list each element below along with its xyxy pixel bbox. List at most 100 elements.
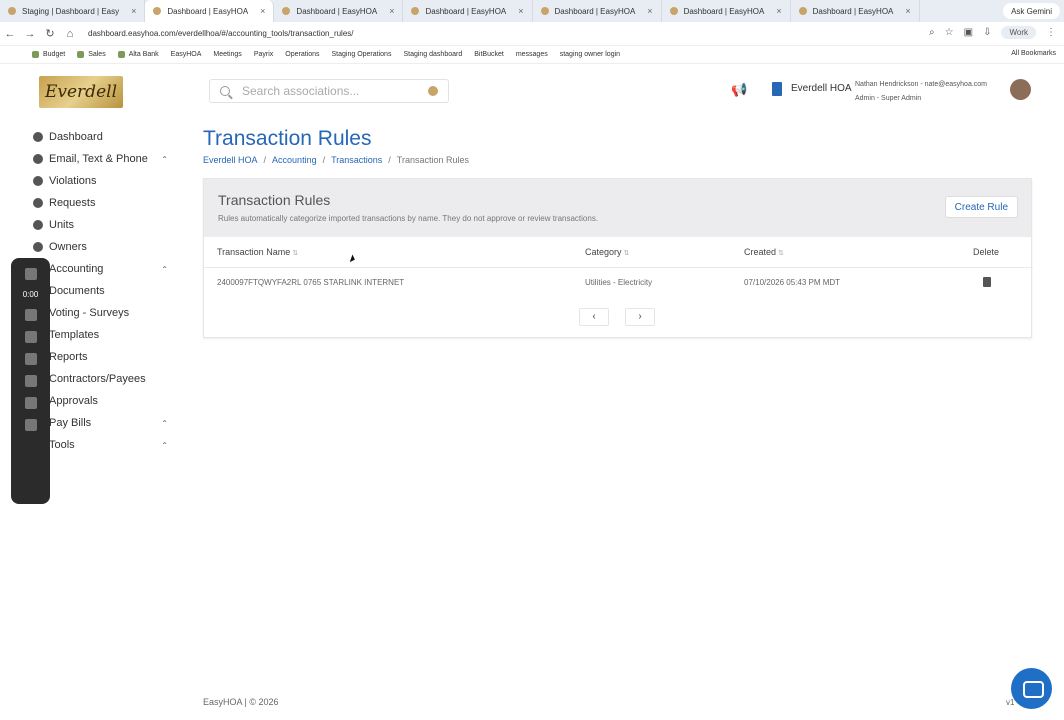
tab-dashboard-active[interactable]: Dashboard | EasyHOA × bbox=[145, 0, 275, 22]
sidebar-item-tools[interactable]: Tools ⌃ bbox=[33, 434, 173, 456]
tab-dashboard[interactable]: Dashboard | EasyHOA × bbox=[791, 0, 920, 22]
back-icon[interactable]: ← bbox=[0, 28, 20, 40]
sidebar-item-documents[interactable]: Documents bbox=[33, 280, 173, 302]
bookmark[interactable]: EasyHOA bbox=[171, 51, 202, 58]
star-icon[interactable]: ☆ bbox=[945, 27, 954, 38]
bookmarks-bar: Budget Sales Alta Bank EasyHOA Meetings … bbox=[0, 46, 1064, 64]
category-cell: Utilities - Electricity bbox=[585, 278, 653, 287]
bookmark[interactable]: BitBucket bbox=[474, 51, 504, 58]
sidebar-item-label: Documents bbox=[49, 285, 105, 297]
sidebar-item-contractors[interactable]: Contractors/Payees bbox=[33, 368, 173, 390]
restart-icon[interactable] bbox=[24, 331, 37, 343]
bookmark[interactable]: Sales bbox=[77, 51, 106, 58]
delete-icon[interactable] bbox=[983, 277, 991, 287]
breadcrumb-accounting[interactable]: Accounting bbox=[272, 155, 317, 165]
ask-gemini-button[interactable]: Ask Gemini bbox=[1003, 3, 1060, 19]
profile-button[interactable]: Work bbox=[1001, 26, 1036, 39]
bookmark[interactable]: Operations bbox=[285, 51, 319, 58]
sort-icon: ⇅ bbox=[623, 250, 630, 257]
tab-staging[interactable]: Staging | Dashboard | Easy × bbox=[0, 0, 146, 22]
column-created[interactable]: Created ⇅ bbox=[744, 247, 784, 257]
breadcrumb-separator: / bbox=[322, 155, 326, 165]
sidebar-item-label: Voting - Surveys bbox=[49, 307, 130, 319]
close-icon[interactable]: × bbox=[389, 6, 394, 16]
download-icon[interactable]: ⇩ bbox=[983, 27, 991, 38]
search-input[interactable]: Search associations... bbox=[209, 79, 449, 103]
close-icon[interactable]: × bbox=[131, 6, 136, 16]
sidebar-item-email[interactable]: Email, Text & Phone ⌃ bbox=[33, 148, 173, 170]
zoom-icon[interactable]: ⌕ bbox=[929, 27, 935, 38]
stop-icon[interactable] bbox=[24, 268, 37, 280]
tab-label: Dashboard | EasyHOA bbox=[683, 6, 765, 16]
home-icon[interactable]: ⌂ bbox=[60, 28, 80, 40]
column-label: Transaction Name bbox=[217, 247, 291, 257]
transaction-name-cell: 2400097FTQWYFA2RL 0765 STARLINK INTERNET bbox=[217, 278, 405, 287]
sidebar-item-pay-bills[interactable]: Pay Bills ⌃ bbox=[33, 412, 173, 434]
everdell-logo: Everdell bbox=[39, 76, 123, 108]
bookmark[interactable]: messages bbox=[516, 51, 548, 58]
reload-icon[interactable]: ↻ bbox=[40, 27, 60, 40]
site-icon bbox=[540, 7, 549, 15]
chat-icon[interactable] bbox=[1011, 668, 1052, 709]
footer-text: EasyHOA | © 2026 bbox=[203, 697, 279, 707]
bookmark-label: staging owner login bbox=[559, 51, 621, 58]
sidebar-item-approvals[interactable]: Approvals bbox=[33, 390, 173, 412]
sidebar-item-voting[interactable]: Voting - Surveys bbox=[33, 302, 173, 324]
create-rule-button[interactable]: Create Rule bbox=[944, 196, 1018, 218]
tab-dashboard[interactable]: Dashboard | EasyHOA × bbox=[274, 0, 404, 22]
close-icon[interactable]: × bbox=[647, 6, 652, 16]
site-icon bbox=[411, 7, 420, 15]
megaphone-icon[interactable]: 📢 bbox=[731, 82, 747, 98]
sidebar-item-requests[interactable]: Requests bbox=[33, 192, 173, 214]
bookmark[interactable]: Payrix bbox=[254, 51, 273, 58]
close-icon[interactable]: × bbox=[776, 6, 781, 16]
bookmark[interactable]: Staging Operations bbox=[332, 51, 392, 58]
close-icon[interactable]: × bbox=[905, 6, 910, 16]
close-icon[interactable]: × bbox=[260, 6, 265, 16]
bookmark[interactable]: staging owner login bbox=[560, 51, 620, 58]
sidebar-item-label: Owners bbox=[49, 241, 87, 253]
column-category[interactable]: Category ⇅ bbox=[585, 247, 629, 257]
breadcrumb: Everdell HOA / Accounting / Transactions / … bbox=[203, 155, 469, 165]
breadcrumb-transactions[interactable]: Transactions bbox=[331, 155, 382, 165]
all-bookmarks[interactable]: All Bookmarks bbox=[1011, 50, 1056, 57]
menu-icon[interactable]: ⋮ bbox=[1046, 27, 1056, 38]
sidebar-item-templates[interactable]: Templates bbox=[33, 324, 173, 346]
grid-icon[interactable] bbox=[24, 397, 37, 409]
bookmark[interactable]: Budget bbox=[32, 51, 65, 58]
close-icon[interactable]: × bbox=[518, 6, 523, 16]
sidebar-item-label: Reports bbox=[49, 351, 88, 363]
tab-dashboard[interactable]: Dashboard | EasyHOA × bbox=[662, 0, 791, 22]
sidebar-item-accounting[interactable]: Accounting ⌃ bbox=[33, 258, 173, 280]
forward-icon[interactable]: → bbox=[20, 28, 40, 40]
next-page-button[interactable]: › bbox=[625, 308, 655, 326]
hoa-name[interactable]: Everdell HOA bbox=[791, 83, 852, 94]
trash-icon[interactable] bbox=[24, 353, 37, 365]
sidebar-item-owners[interactable]: Owners bbox=[33, 236, 173, 258]
tab-dashboard[interactable]: Dashboard | EasyHOA × bbox=[403, 0, 533, 22]
breadcrumb-separator: / bbox=[263, 155, 267, 165]
camera-icon[interactable] bbox=[24, 419, 37, 431]
bookmark[interactable]: Alta Bank bbox=[117, 51, 159, 58]
pause-icon[interactable] bbox=[24, 309, 37, 321]
bookmark-label: Operations bbox=[285, 51, 320, 58]
tab-dashboard[interactable]: Dashboard | EasyHOA × bbox=[533, 0, 662, 22]
sidebar-item-label: Tools bbox=[49, 439, 75, 451]
breadcrumb-hoa[interactable]: Everdell HOA bbox=[203, 155, 258, 165]
sidebar-item-reports[interactable]: Reports bbox=[33, 346, 173, 368]
user-name: Nathan Hendrickson - nate@easyhoa.com bbox=[855, 81, 988, 88]
column-transaction-name[interactable]: Transaction Name ⇅ bbox=[217, 247, 298, 257]
previous-page-button[interactable]: ‹ bbox=[579, 308, 609, 326]
sidebar-item-units[interactable]: Units bbox=[33, 214, 173, 236]
sidebar-item-label: Email, Text & Phone bbox=[49, 153, 148, 165]
bookmark[interactable]: Staging dashboard bbox=[403, 51, 462, 58]
bookmark-icon bbox=[77, 51, 85, 58]
user-role: Admin - Super Admin bbox=[855, 95, 922, 102]
audio-icon[interactable] bbox=[24, 375, 37, 387]
bookmark[interactable]: Meetings bbox=[213, 51, 241, 58]
extension-icon[interactable]: ▣ bbox=[964, 27, 973, 38]
url-field[interactable]: dashboard.easyhoa.com/everdellhoa/#/acco… bbox=[88, 29, 354, 38]
sidebar-item-violations[interactable]: Violations bbox=[33, 170, 173, 192]
avatar[interactable] bbox=[1010, 79, 1031, 100]
sidebar-item-dashboard[interactable]: Dashboard bbox=[33, 126, 173, 148]
